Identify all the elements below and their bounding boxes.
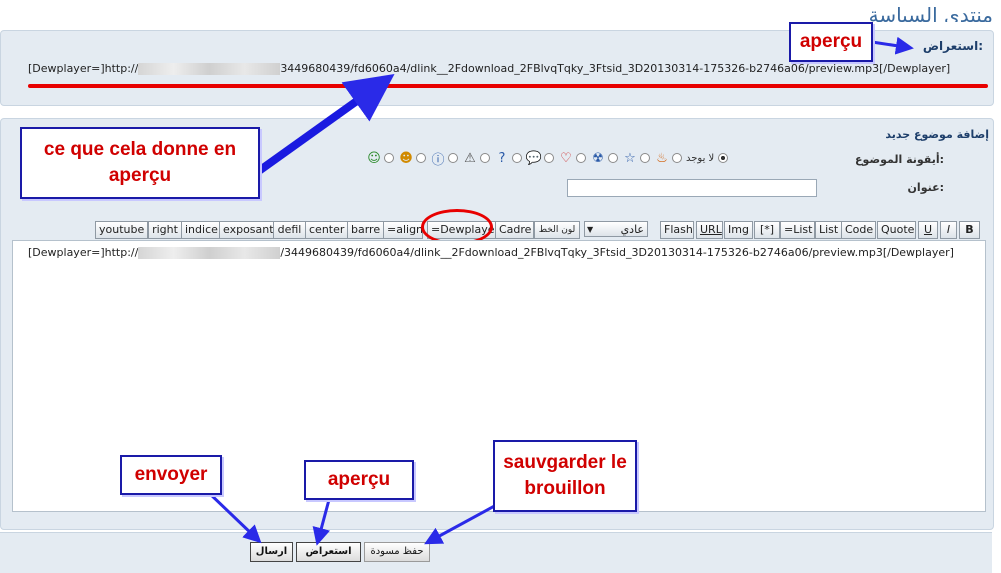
- callout-apercu-bottom: aperçu: [304, 460, 414, 500]
- callout-sauvgarder: sauvgarder le brouillon: [493, 440, 637, 512]
- callout-result: ce que cela donne en aperçu: [20, 127, 260, 199]
- arrow-to-preview-button: [312, 495, 332, 546]
- callout-apercu-top: aperçu: [789, 22, 873, 62]
- arrow-to-draft: [424, 501, 501, 545]
- arrow-to-preview-label: [871, 36, 914, 55]
- callout-envoyer: envoyer: [120, 455, 222, 495]
- arrow-to-send: [206, 490, 262, 544]
